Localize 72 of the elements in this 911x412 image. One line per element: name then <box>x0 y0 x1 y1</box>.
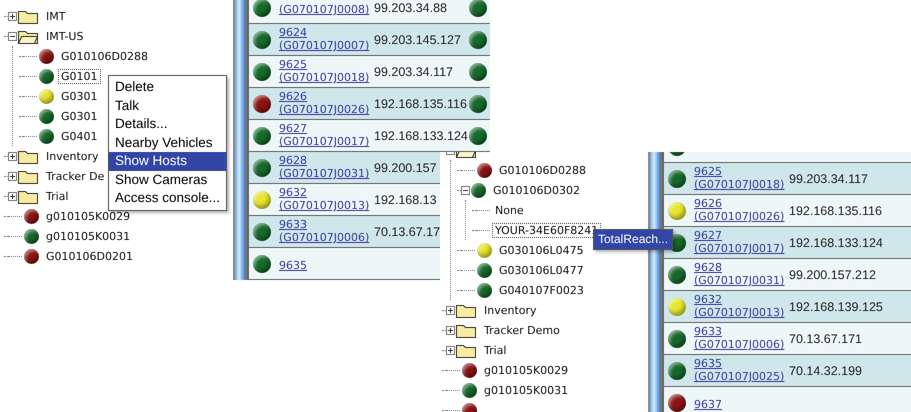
vehicle-link[interactable]: 9626 (G070107J0026) <box>694 197 784 223</box>
menu-item[interactable]: Access console... <box>109 189 226 208</box>
vehicle-link[interactable]: 9627 (G070107J0017) <box>279 122 370 148</box>
ip-address: 192.168.139.125 <box>789 300 883 314</box>
ip-address: 99.200.157 <box>374 160 437 174</box>
menu-item[interactable]: Talk <box>109 96 226 115</box>
tree-item-label[interactable]: Tracker De <box>43 168 108 184</box>
ip-address: 70.13.67.171 <box>789 332 862 346</box>
menu-item[interactable]: Show Cameras <box>109 170 226 189</box>
tree-item-label[interactable]: G010106D0288 <box>58 48 151 64</box>
tree-item-label[interactable]: G010106D0201 <box>43 248 136 264</box>
tree-item-label[interactable]: G0301 <box>58 88 101 104</box>
ip-address: 192.168.135.116 <box>374 96 467 110</box>
vehicle-link[interactable]: 9637 <box>694 398 722 411</box>
vehicle-link[interactable]: 9633 (G070107J0006) <box>694 325 784 351</box>
tree-item-label[interactable]: None <box>492 202 527 218</box>
vehicle-link[interactable]: 9625 (G070107J0018) <box>694 165 784 191</box>
splitter-bar[interactable] <box>233 0 247 280</box>
tree-item-label[interactable]: IMT-US <box>43 28 86 44</box>
vehicle-link[interactable]: 9632 (G070107J0013) <box>279 186 370 212</box>
ip-address: 192.168.13 <box>374 192 437 206</box>
expand-icon[interactable] <box>8 192 17 200</box>
menu-item[interactable]: TotalReach... <box>594 230 672 248</box>
tree-item-label[interactable]: g010105K0029 <box>43 208 134 224</box>
vehicle-link[interactable]: 9628 (G070107J0031) <box>694 261 784 287</box>
expand-icon[interactable] <box>8 172 17 180</box>
tree-item-label[interactable]: G030106L0475 <box>496 242 587 258</box>
tree-item-label[interactable]: Tracker Demo <box>481 322 563 338</box>
vehicle-link[interactable]: (G070107J0008) <box>279 3 370 16</box>
menu-item[interactable]: Details... <box>109 115 226 134</box>
tree-item-label[interactable]: G040107F0023 <box>496 282 587 298</box>
vehicle-link[interactable]: 9625 (G070107J0018) <box>279 58 370 84</box>
ip-address: 99.200.157.212 <box>789 268 876 282</box>
ip-address: 70.14.32.199 <box>789 364 862 378</box>
tree-item-label[interactable]: Trial <box>43 188 72 204</box>
tree-item-label[interactable]: G0401 <box>58 128 101 144</box>
expand-icon[interactable] <box>446 306 455 314</box>
ip-address: 192.168.133.124 <box>374 128 468 142</box>
menu-item[interactable]: Delete <box>109 78 226 96</box>
tree-item-label[interactable]: G010106D0288 <box>496 162 589 178</box>
tree-item-label[interactable]: G010106D0302 <box>490 182 583 198</box>
ip-address: 99.203.34.117 <box>374 64 454 78</box>
ip-address: 99.203.34.117 <box>789 172 868 186</box>
menu-item[interactable]: Show Hosts <box>109 152 226 170</box>
menu-item[interactable]: Nearby Vehicles <box>109 134 226 152</box>
vehicle-link[interactable]: 9624 (G070107J0007) <box>279 26 370 52</box>
tree-item-label[interactable]: Inventory <box>481 302 540 318</box>
tree-item-label[interactable]: Trial <box>481 342 510 358</box>
vehicle-link[interactable]: 9635 (G070107J0025) <box>694 357 784 383</box>
ip-address: 70.13.67.17 <box>374 224 440 238</box>
vehicle-link[interactable]: 9635 <box>279 259 307 272</box>
expand-icon[interactable] <box>8 152 17 160</box>
expand-icon[interactable] <box>8 12 17 20</box>
expand-icon[interactable] <box>446 326 455 334</box>
vehicle-link[interactable]: 9632 (G070107J0013) <box>694 293 784 319</box>
tree-item-label[interactable]: g010105K0029 <box>481 362 572 378</box>
vehicle-link[interactable]: 9627 (G070107J0017) <box>694 229 784 255</box>
tree-item-label[interactable]: IMT <box>43 8 68 24</box>
tree-item-label[interactable]: g010105K0031 <box>43 228 134 244</box>
ip-address: 99.203.34.88 <box>374 0 447 14</box>
expand-icon[interactable] <box>446 346 455 354</box>
tree-item-label[interactable]: G030106L0477 <box>496 262 587 278</box>
vehicle-link[interactable]: 9633 (G070107J0006) <box>279 218 370 244</box>
ip-address: 192.168.135.116 <box>789 204 882 218</box>
vehicle-link[interactable]: 9628 (G070107J0031) <box>279 154 370 180</box>
ip-address: 99.203.145.127 <box>374 32 461 46</box>
tree-item-label[interactable]: G0301 <box>58 108 101 124</box>
tree-item-label[interactable]: G0101 <box>58 68 101 84</box>
vehicle-link[interactable]: 9626 (G070107J0026) <box>279 90 370 116</box>
ip-address: 192.168.133.124 <box>789 236 883 250</box>
tree-item-label[interactable]: Inventory <box>43 148 102 164</box>
tree-item-label[interactable]: g010105K0031 <box>481 382 572 398</box>
